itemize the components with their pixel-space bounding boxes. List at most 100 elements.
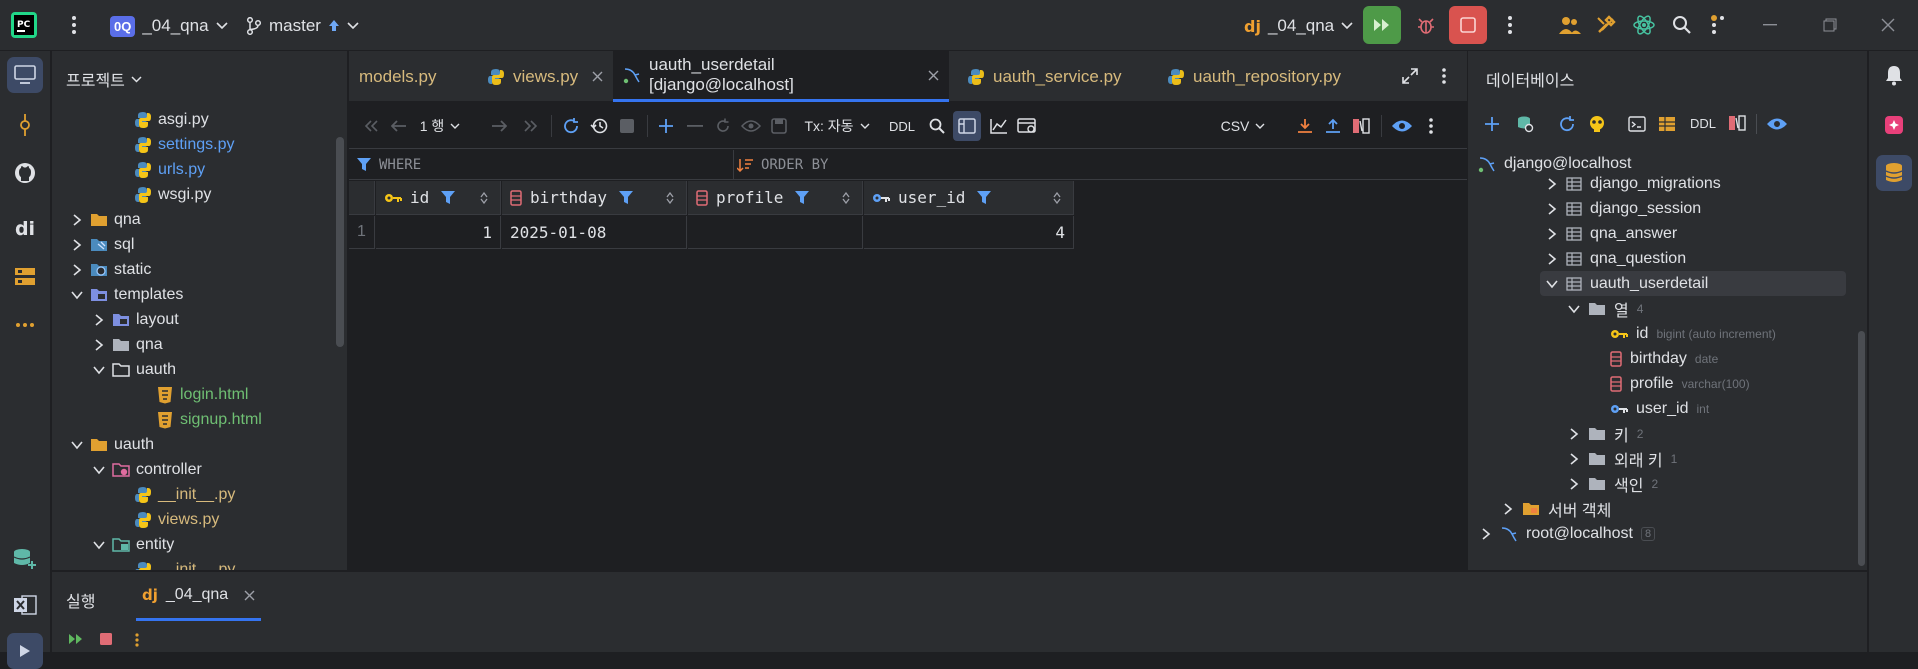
chevron-down-icon[interactable] (1544, 279, 1560, 289)
project-selector[interactable]: 0Q _04_qna (102, 9, 236, 43)
table-editor-icon[interactable] (1658, 115, 1676, 133)
ai-assistant-icon[interactable] (1626, 7, 1662, 43)
row-count-selector[interactable]: 1 행 (417, 111, 463, 141)
sort-toggle-icon[interactable] (666, 192, 674, 204)
prev-page-icon[interactable] (387, 111, 411, 141)
sort-toggle-icon[interactable] (842, 192, 850, 204)
row-number[interactable]: 1 (349, 216, 375, 249)
branch-selector[interactable]: master (238, 9, 367, 43)
settings-icon[interactable] (1700, 7, 1736, 43)
table-cell[interactable]: 4 (864, 216, 1074, 249)
chart-icon[interactable] (987, 111, 1011, 141)
excel-tool-button[interactable] (7, 587, 43, 623)
django-structure-tool-button[interactable]: di (7, 211, 43, 247)
column-filter-icon[interactable] (441, 190, 456, 205)
columns-folder[interactable]: 열4 (1566, 296, 1643, 321)
tree-item[interactable]: asgi.py (52, 107, 332, 132)
project-scrollbar[interactable] (336, 137, 344, 347)
close-window-icon[interactable] (1870, 7, 1906, 43)
column-item[interactable]: id bigint (auto increment) (1610, 321, 1776, 346)
chevron-right-icon[interactable] (70, 263, 84, 277)
cancel-query-icon[interactable] (615, 111, 639, 141)
tab-uauth-userdetail[interactable]: uauth_userdetail [django@localhost] (613, 51, 949, 102)
tree-item[interactable]: controller (52, 457, 332, 482)
tree-item[interactable]: __init__.py (52, 482, 332, 507)
submit-icon[interactable] (767, 111, 791, 141)
export-format-selector[interactable]: CSV (1219, 111, 1267, 141)
table-item-selected[interactable]: uauth_userdetail (1540, 271, 1846, 296)
sort-toggle-icon[interactable] (480, 192, 488, 204)
tree-item[interactable]: qna (52, 207, 332, 232)
ddl-button[interactable]: DDL (887, 111, 917, 141)
tree-item[interactable]: sql (52, 232, 332, 257)
tx-mode-selector[interactable]: Tx: 자동 (801, 111, 873, 141)
server-objects[interactable]: 서버 객체 (1500, 496, 1611, 521)
refresh-icon[interactable] (559, 111, 583, 141)
commit-tool-button[interactable] (7, 107, 43, 143)
table-item[interactable]: qna_question (1544, 246, 1686, 271)
github-tool-button[interactable] (7, 155, 43, 191)
column-item[interactable]: user_id int (1610, 396, 1709, 421)
chevron-down-icon[interactable] (92, 538, 106, 552)
chevron-right-icon[interactable] (1566, 427, 1582, 440)
revert-icon[interactable] (711, 111, 735, 141)
stop-button[interactable] (1449, 6, 1487, 44)
chevron-right-icon[interactable] (92, 313, 106, 327)
chevron-down-icon[interactable] (1566, 304, 1582, 314)
where-filter[interactable]: WHERE (357, 157, 421, 173)
run-tool-button[interactable] (7, 633, 43, 669)
history-icon[interactable] (587, 111, 611, 141)
tab-views-py[interactable]: views.py (477, 51, 611, 102)
column-header-profile[interactable]: profile (688, 181, 863, 215)
tree-item[interactable]: views.py (52, 507, 332, 532)
refresh-icon[interactable] (1558, 115, 1576, 133)
add-row-icon[interactable] (654, 111, 678, 141)
tab-models-py[interactable]: models.py (349, 51, 467, 102)
tab-menu-icon[interactable] (1441, 67, 1447, 85)
export-icon[interactable] (1293, 111, 1317, 141)
ai-chat-tool-button[interactable] (1876, 107, 1912, 143)
notifications-tool-button[interactable] (1876, 57, 1912, 93)
chevron-right-icon[interactable] (1478, 527, 1494, 540)
column-filter-icon[interactable] (795, 190, 810, 205)
ddl-button[interactable]: DDL (1690, 116, 1716, 131)
tree-item[interactable]: urls.py (52, 157, 332, 182)
chevron-right-icon[interactable] (1566, 452, 1582, 465)
value-panel-toggle[interactable] (953, 111, 981, 141)
run-tab[interactable]: dj _04_qna (136, 572, 262, 621)
column-filter-icon[interactable] (977, 190, 992, 205)
close-icon[interactable] (244, 590, 255, 601)
tools-icon[interactable] (1588, 7, 1624, 43)
chevron-right-icon[interactable] (1544, 202, 1560, 215)
chevron-right-icon[interactable] (1544, 177, 1560, 190)
tree-item[interactable]: static (52, 257, 332, 282)
schema-folder[interactable]: 색인 2 (1566, 471, 1658, 496)
chevron-down-icon[interactable] (70, 288, 84, 302)
column-header-id[interactable]: id (376, 181, 501, 215)
column-filter-icon[interactable] (619, 190, 634, 205)
chevron-right-icon[interactable] (1544, 252, 1560, 265)
toolbar-menu-icon[interactable] (1419, 111, 1443, 141)
tree-item[interactable]: settings.py (52, 132, 332, 157)
expand-icon[interactable] (1401, 67, 1419, 85)
preview-icon[interactable] (739, 111, 763, 141)
app-logo-icon[interactable]: PC (10, 11, 38, 39)
disconnect-icon[interactable] (1588, 115, 1606, 133)
table-item[interactable]: django_migrations (1544, 171, 1721, 196)
chevron-right-icon[interactable] (70, 213, 84, 227)
close-icon[interactable] (928, 70, 939, 81)
tree-item[interactable]: uauth (52, 357, 332, 382)
view-settings-icon[interactable] (1015, 111, 1039, 141)
rerun-icon[interactable] (68, 633, 84, 645)
search-icon[interactable] (1664, 7, 1700, 43)
column-item[interactable]: profile varchar(100) (1610, 371, 1750, 396)
console-icon[interactable] (1628, 115, 1646, 133)
tree-item[interactable]: uauth (52, 432, 332, 457)
connection-root[interactable]: root@localhost 8 (1478, 521, 1656, 546)
table-item[interactable]: django_session (1544, 196, 1701, 221)
tree-item[interactable]: entity (52, 532, 332, 557)
tree-item[interactable]: __init__.py (52, 557, 332, 570)
view-mode-icon[interactable] (1766, 117, 1788, 131)
column-header-user-id[interactable]: user_id (864, 181, 1074, 215)
project-tool-button[interactable] (7, 57, 43, 93)
